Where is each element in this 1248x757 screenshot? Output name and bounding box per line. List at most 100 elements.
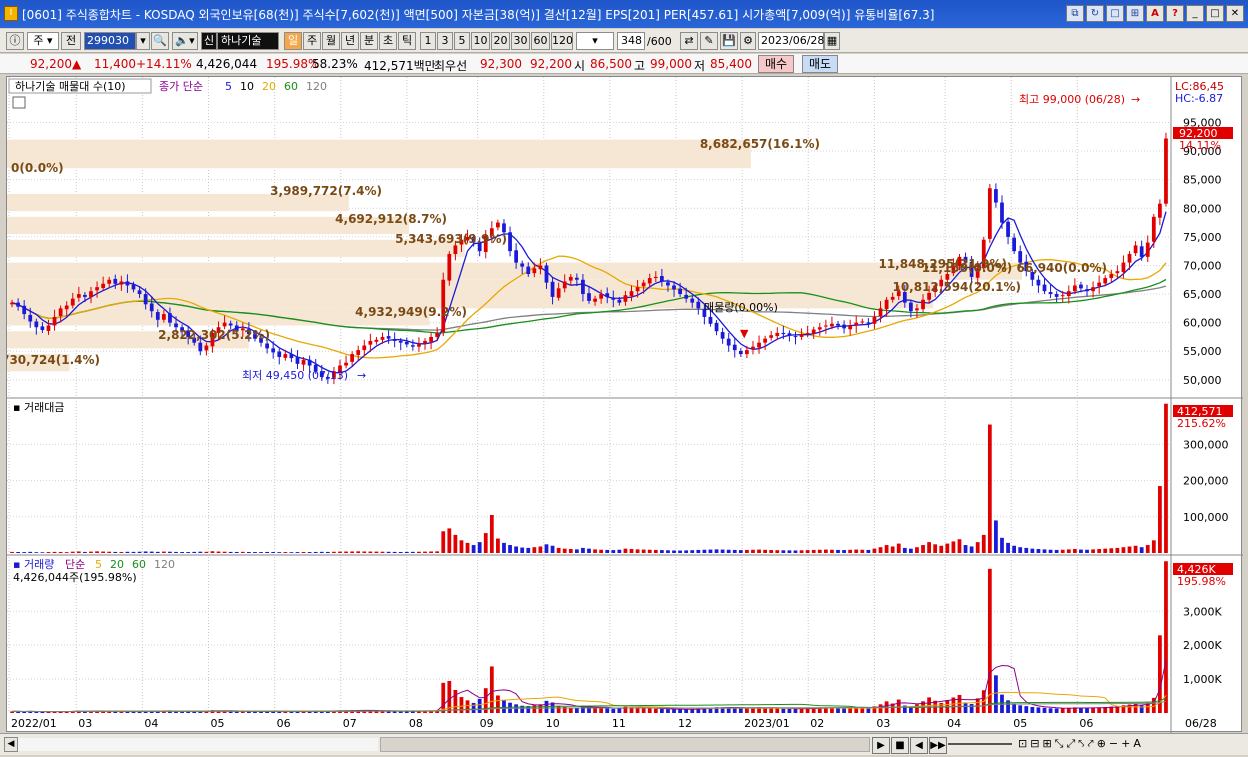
amount-bar <box>957 539 962 553</box>
date-input[interactable]: 2023/06/28 <box>758 32 824 50</box>
stock-code-input[interactable]: 299030 <box>84 32 136 50</box>
amount-bar <box>587 548 591 553</box>
alert-icon[interactable]: A <box>1146 5 1164 22</box>
link-icon[interactable]: ⧉ <box>1066 5 1084 22</box>
interval-button-10[interactable]: 10 <box>471 32 490 50</box>
calendar-icon[interactable]: ▦ <box>824 32 840 50</box>
candle-body <box>653 276 658 279</box>
scroll-left-icon[interactable]: ◀ <box>4 737 18 752</box>
refresh-icon[interactable]: ↻ <box>1086 5 1104 22</box>
amount-bar <box>483 533 488 553</box>
close-button[interactable]: ✕ <box>1226 5 1244 22</box>
candle-body <box>137 290 142 295</box>
high-label: 고 <box>634 59 646 73</box>
sell-button[interactable]: 매도 <box>802 55 838 73</box>
info-icon[interactable]: ⓘ <box>6 32 24 50</box>
interval-button-1[interactable]: 1 <box>420 32 436 50</box>
zoom-out-button[interactable]: − <box>1109 737 1118 751</box>
interval-button-120[interactable]: 120 <box>551 32 573 50</box>
fast-forward-icon[interactable]: ▶▶ <box>929 737 947 754</box>
maximize-button[interactable]: □ <box>1206 5 1224 22</box>
chart-tool-icon[interactable]: ✎ <box>700 32 718 50</box>
save-icon[interactable]: 💾 <box>720 32 738 50</box>
volume-bar <box>617 708 622 713</box>
candle-body <box>884 299 889 310</box>
auto-scale-button[interactable]: A <box>1133 737 1141 751</box>
search-icon[interactable]: 🔍 <box>151 32 169 50</box>
type-select[interactable]: 주 ▾ <box>27 32 59 50</box>
interval-button-5[interactable]: 5 <box>454 32 470 50</box>
period-tab-5[interactable]: 초 <box>379 32 397 50</box>
amount-bar <box>125 551 130 553</box>
interval-button-3[interactable]: 3 <box>437 32 453 50</box>
candle-body <box>659 276 664 282</box>
amount-bar <box>823 549 828 553</box>
candle-body <box>423 340 427 344</box>
window-icon[interactable]: □ <box>1106 5 1124 22</box>
interval-button-30[interactable]: 30 <box>511 32 530 50</box>
stop-icon[interactable]: ■ <box>891 737 909 754</box>
amount-bar <box>76 551 81 553</box>
chart-area[interactable]: 2022/01 03 04 05 06 07 08 09 10 11 12 2023/01 02 03 04… <box>1 76 1243 733</box>
swap-icon[interactable]: ⇄ <box>680 32 698 50</box>
prev-button[interactable]: 전 <box>61 32 81 50</box>
candle-body <box>605 293 610 297</box>
grid-toggle-icon <box>12 96 26 109</box>
period-tab-0[interactable]: 일 <box>284 32 302 50</box>
zoom-slider[interactable] <box>948 743 1012 745</box>
zoom-in-button[interactable]: + <box>1121 737 1130 751</box>
scroll-track[interactable] <box>18 738 378 751</box>
interval-button-60[interactable]: 60 <box>531 32 550 50</box>
play-icon[interactable]: ▶ <box>872 737 890 754</box>
amount-bar <box>1079 549 1083 553</box>
dropdown-icon[interactable]: ▾ <box>136 32 150 50</box>
tool-icon-7[interactable]: ⤤ <box>1087 737 1093 751</box>
chart-canvas[interactable]: 2022/01 03 04 05 06 07 08 09 10 11 12 2023/01 02 03 04… <box>1 77 1243 733</box>
amount-bar <box>22 552 27 553</box>
chart-toolbar: ⓘ 주 ▾ 전 299030 ▾ 🔍 🔈▾ 신 하나기술 일주월년분초틱 135… <box>0 29 1248 53</box>
count-input[interactable]: 348 <box>617 32 645 50</box>
price-tick-label: 60,000 <box>1183 317 1222 330</box>
tool-icon-3[interactable]: ⊞ <box>1042 737 1051 751</box>
price-tick-label: 85,000 <box>1183 174 1222 187</box>
amount-pane-title: ▪ 거래대금 <box>13 401 64 414</box>
tool-icon-1[interactable]: ⊡ <box>1018 737 1027 751</box>
volume-bar <box>1030 706 1035 713</box>
amount-bar <box>1072 549 1077 553</box>
count-max: /600 <box>647 35 672 48</box>
amount-bar <box>155 551 160 553</box>
tool-icon-8[interactable]: ⊕ <box>1097 737 1106 751</box>
minimize-button[interactable]: _ <box>1186 5 1204 22</box>
settings-icon[interactable]: ⚙ <box>740 32 756 50</box>
month-label: 03 <box>876 717 890 730</box>
tool-icon-6[interactable]: ⤣ <box>1078 737 1084 751</box>
layout-icon[interactable]: ⊞ <box>1126 5 1144 22</box>
candle-body <box>107 279 112 284</box>
tool-icon-5[interactable]: ⤢ <box>1066 737 1075 751</box>
tool-icon-2[interactable]: ⊟ <box>1030 737 1039 751</box>
amount-bar <box>769 550 774 553</box>
interval-button-20[interactable]: 20 <box>491 32 510 50</box>
rewind-icon[interactable]: ◀ <box>910 737 928 754</box>
candle-body <box>769 335 774 338</box>
help-icon[interactable]: ? <box>1166 5 1184 22</box>
scroll-thumb[interactable] <box>380 737 870 752</box>
amount-bar <box>581 547 585 553</box>
speaker-icon[interactable]: 🔈▾ <box>172 32 198 50</box>
period-tab-3[interactable]: 년 <box>341 32 359 50</box>
period-tab-1[interactable]: 주 <box>303 32 321 50</box>
period-tab-4[interactable]: 분 <box>360 32 378 50</box>
volume-ma-5 <box>12 660 1167 713</box>
candle-body <box>775 332 780 337</box>
tool-icon-4[interactable]: ⤡ <box>1055 737 1064 751</box>
candle-body <box>143 294 148 305</box>
period-tab-6[interactable]: 틱 <box>398 32 416 50</box>
candle-body <box>295 357 300 364</box>
candle-body <box>204 345 209 351</box>
period-tab-2[interactable]: 월 <box>322 32 340 50</box>
amount-bar <box>981 534 986 553</box>
interval-custom-select[interactable]: ▾ <box>576 32 614 50</box>
amount-bar <box>95 551 99 553</box>
buy-button[interactable]: 매수 <box>758 55 794 73</box>
month-label: 08 <box>409 717 423 730</box>
